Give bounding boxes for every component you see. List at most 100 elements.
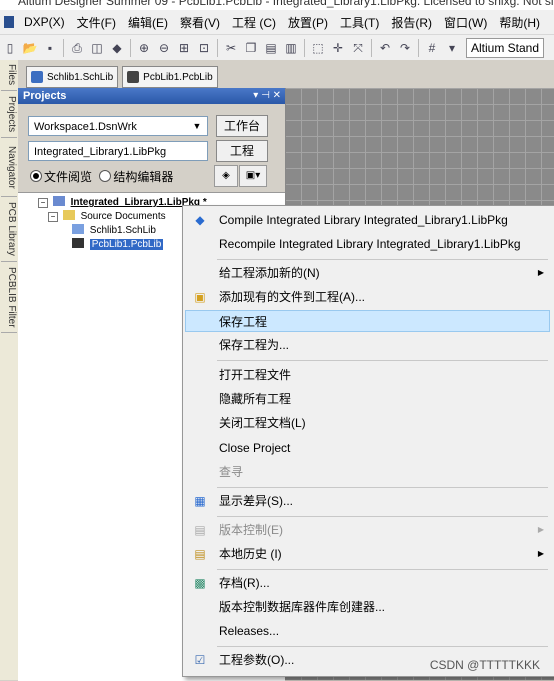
- doc-tab-label: Schlib1.SchLib: [47, 71, 114, 83]
- menu-bar: DXP(X) 文件(F) 编辑(E) 察看(V) 工程 (C) 放置(P) 工具…: [0, 10, 554, 34]
- new-document-icon[interactable]: ▯: [1, 39, 19, 57]
- project-options-icon[interactable]: ◈: [214, 165, 238, 187]
- menu-compile[interactable]: ◆ Compile Integrated Library Integrated_…: [185, 209, 550, 231]
- tab-pcb-library[interactable]: PCB Library: [1, 197, 17, 262]
- submenu-arrow-icon: ▶: [537, 549, 544, 558]
- menu-recompile[interactable]: Recompile Integrated Library Integrated_…: [185, 233, 550, 255]
- print-preview-icon[interactable]: ◫: [88, 39, 106, 57]
- menu-close-project[interactable]: Close Project: [185, 437, 550, 459]
- menu-releases-label: Releases...: [219, 624, 280, 638]
- collapse-icon[interactable]: −: [38, 198, 48, 208]
- menu-window[interactable]: 窗口(W): [438, 14, 493, 31]
- menu-archive[interactable]: ▩ 存档(R)...: [185, 572, 550, 594]
- radio-file-view[interactable]: 文件阅览: [30, 170, 92, 184]
- open-folder-icon[interactable]: 📂: [21, 39, 39, 57]
- watermark: CSDN @TTTTTKKK: [429, 658, 540, 672]
- radio-struct-editor[interactable]: 结构编辑器: [99, 170, 173, 184]
- menu-separator: [217, 516, 548, 517]
- move-icon[interactable]: ✛: [329, 39, 347, 57]
- doc-tab-pcblib[interactable]: PcbLib1.PcbLib: [122, 66, 218, 88]
- project-options-icon: ☑: [194, 653, 206, 667]
- project-field[interactable]: Integrated_Library1.LibPkg: [28, 141, 208, 161]
- zoom-in-icon[interactable]: ⊕: [135, 39, 153, 57]
- zoom-fit-icon[interactable]: ⊞: [175, 39, 193, 57]
- redo-icon[interactable]: ↷: [396, 39, 414, 57]
- menu-vc-db-lib-creator-label: 版本控制数据库器件库创建器...: [219, 600, 386, 614]
- menu-show-diff[interactable]: ▦ 显示差异(S)...: [185, 490, 550, 512]
- menu-save-project-as[interactable]: 保存工程为...: [185, 334, 550, 356]
- grid-icon[interactable]: #: [423, 39, 441, 57]
- window-title-bar: Altium Designer Summer 09 - PcbLib1.PcbL…: [0, 0, 554, 10]
- document-menu-icon[interactable]: ▣▾: [239, 165, 267, 187]
- deselect-icon[interactable]: ⤧: [349, 39, 367, 57]
- menu-find[interactable]: 查寻: [185, 461, 550, 483]
- collapse-icon[interactable]: −: [48, 212, 58, 222]
- rubber-stamp-icon[interactable]: ▥: [282, 39, 300, 57]
- workspace-select[interactable]: Workspace1.DsnWrk ▼: [28, 116, 208, 136]
- zoom-out-icon[interactable]: ⊖: [155, 39, 173, 57]
- copy-icon[interactable]: ❐: [242, 39, 260, 57]
- menu-releases[interactable]: Releases...: [185, 620, 550, 642]
- toolbar-separator: [217, 39, 218, 57]
- library-package-icon: [52, 196, 65, 206]
- view-mode-radios: 文件阅览 结构编辑器: [30, 168, 173, 185]
- menu-version-control[interactable]: ▤ 版本控制(E) ▶: [185, 519, 550, 541]
- chevron-down-icon[interactable]: ▼: [190, 119, 204, 133]
- menu-view[interactable]: 察看(V): [174, 14, 226, 31]
- tree-folder[interactable]: − Source Documents: [48, 210, 166, 224]
- menu-project-params-label: 工程参数(O)...: [219, 653, 295, 667]
- menu-tools[interactable]: 工具(T): [334, 14, 385, 31]
- menu-local-history[interactable]: ▤ 本地历史 (I) ▶: [185, 543, 550, 565]
- doc-tab-schlib[interactable]: Schlib1.SchLib: [26, 66, 119, 88]
- compile-icon: ◆: [195, 213, 205, 227]
- menu-add-existing[interactable]: ▣ 添加现有的文件到工程(A)...: [185, 286, 550, 308]
- tab-navigator[interactable]: Navigator: [1, 138, 17, 197]
- menu-open-project-docs[interactable]: 打开工程文件: [185, 364, 550, 386]
- tab-projects[interactable]: Projects: [1, 91, 17, 138]
- menu-place[interactable]: 放置(P): [282, 14, 334, 31]
- menu-close-project-docs[interactable]: 关闭工程文档(L): [185, 412, 550, 434]
- main-toolbar: ▯ 📂 ▪ ⎙ ◫ ◆ ⊕ ⊖ ⊞ ⊡ ✂ ❐ ▤ ▥ ⬚ ✛ ⤧ ↶ ↷ # …: [0, 34, 554, 61]
- tree-file-pcblib[interactable]: PcbLib1.PcbLib: [72, 238, 164, 252]
- menu-vc-db-lib-creator[interactable]: 版本控制数据库器件库创建器...: [185, 596, 550, 618]
- menu-project[interactable]: 工程 (C): [226, 14, 282, 31]
- menu-add-new[interactable]: 给工程添加新的(N) ▶: [185, 262, 550, 284]
- menu-hide-all[interactable]: 隐藏所有工程: [185, 388, 550, 410]
- close-icon[interactable]: ✕: [273, 90, 281, 101]
- menu-compile-label: Compile Integrated Library Integrated_Li…: [219, 213, 508, 227]
- workspace-button[interactable]: 工作台: [216, 115, 268, 137]
- menu-reports[interactable]: 报告(R): [385, 14, 438, 31]
- menu-dxp[interactable]: DXP(X): [18, 15, 71, 29]
- panel-menu-chevron-down-icon[interactable]: ▾: [253, 90, 258, 101]
- toolbar-separator: [371, 39, 372, 57]
- pin-icon[interactable]: ⊣: [261, 90, 270, 101]
- menu-save-project-label: 保存工程: [219, 315, 268, 329]
- menu-recompile-label: Recompile Integrated Library Integrated_…: [219, 237, 521, 251]
- zoom-area-icon[interactable]: ⊡: [195, 39, 213, 57]
- tree-file-schlib[interactable]: Schlib1.SchLib: [72, 224, 156, 238]
- toolbar-separator: [304, 39, 305, 57]
- submenu-arrow-icon: ▶: [537, 268, 544, 277]
- grid-dropdown-chevron-down-icon[interactable]: ▾: [443, 39, 461, 57]
- project-button[interactable]: 工程: [216, 140, 268, 162]
- tree-file-label: Schlib1.SchLib: [89, 225, 156, 236]
- select-area-icon[interactable]: ⬚: [309, 39, 327, 57]
- menu-help[interactable]: 帮助(H): [493, 14, 546, 31]
- tab-files[interactable]: Files: [1, 60, 17, 91]
- menu-archive-label: 存档(R)...: [219, 576, 270, 590]
- tree-file-label: PcbLib1.PcbLib: [89, 239, 164, 250]
- component-icon[interactable]: ◆: [108, 39, 126, 57]
- radio-file-view-label: 文件阅览: [44, 170, 93, 184]
- menu-file[interactable]: 文件(F): [71, 14, 122, 31]
- menu-edit[interactable]: 编辑(E): [122, 14, 174, 31]
- menu-save-project[interactable]: 保存工程: [185, 310, 550, 332]
- panel-header: Projects ▾ ⊣ ✕: [18, 88, 285, 104]
- save-icon[interactable]: ▪: [41, 39, 59, 57]
- tab-pcblib-filter[interactable]: PCBLIB Filter: [1, 262, 17, 333]
- undo-icon[interactable]: ↶: [376, 39, 394, 57]
- cut-icon[interactable]: ✂: [222, 39, 240, 57]
- menu-separator: [217, 487, 548, 488]
- paste-icon[interactable]: ▤: [262, 39, 280, 57]
- print-icon[interactable]: ⎙: [68, 39, 86, 57]
- view-config-combo[interactable]: Altium Stand: [466, 38, 545, 58]
